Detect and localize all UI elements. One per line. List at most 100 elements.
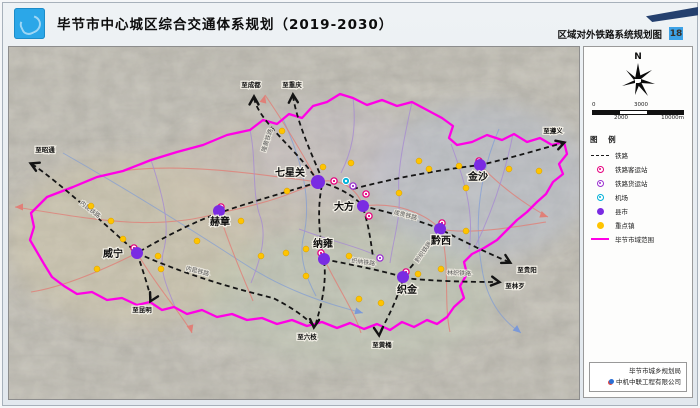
compass-rose-icon: N [608,50,668,102]
legend-label: 铁路客运站 [615,164,648,174]
page-number-badge: 18 [669,27,683,40]
rail-exit-label: 至重庆 [282,80,302,89]
city-label: 赫章 [210,215,230,228]
legend-items: 铁路铁路客运站铁路货运站机场县市重点镇毕节市域范围 [590,150,686,244]
town-marker [416,158,422,164]
rail-exit-label: 至黄桶 [372,340,392,349]
city-label: 纳雍 [313,237,333,250]
legend-label: 重点镇 [615,220,635,230]
town-marker [438,266,444,272]
legend-symbol-ring [597,166,604,173]
legend-label: 县市 [615,206,628,216]
legend-row: 铁路客运站 [590,164,686,174]
station-marker-dot [352,185,354,187]
legend-title: 图 例 [590,134,686,145]
legend-label: 机场 [615,192,628,202]
legend-symbol-dot [597,208,604,215]
airport-marker-dot [345,180,347,182]
station-marker-dot [333,180,335,182]
town-marker [194,238,200,244]
scale-tick: 2000 [614,115,628,121]
town-marker [279,128,285,134]
city-marker [311,175,325,189]
company-logo-icon [609,379,614,384]
map-panel: 隆黄铁路成贵铁路内昆铁路内昆铁路织纳铁路林织铁路黔织铁路 七星关大方黔西金沙织金… [8,46,580,400]
town-marker [120,236,126,242]
town-marker [238,218,244,224]
city-marker [434,223,446,235]
compass-north-label: N [634,52,642,62]
rail-exit-label: 至遵义 [543,126,563,135]
city-marker [131,247,143,259]
town-marker [108,218,114,224]
city-label: 七星关 [275,166,305,179]
town-marker [415,271,421,277]
city-label: 织金 [397,283,418,296]
town-marker [303,273,309,279]
town-marker [158,266,164,272]
legend-symbol-ring [597,180,604,187]
legend-row: 机场 [590,192,686,202]
attribution-line: 毕节市城乡规划局 [595,366,681,377]
town-marker [463,228,469,234]
legend-symbol-dashed-line [591,155,609,156]
town-marker [94,266,100,272]
rail-exit-label: 至成都 [241,80,261,89]
town-marker [463,185,469,191]
side-panel: N 0 3000 2000 10000m 图 例 铁路铁路客运站铁路货运站机场县… [583,46,693,398]
legend-symbol-line [591,238,609,240]
town-marker [283,250,289,256]
city-marker [318,253,330,265]
town-marker [348,160,354,166]
legend-row: 毕节市域范围 [590,234,686,244]
scale-tick: 10000m [661,115,684,121]
station-marker-dot [379,257,381,259]
city-marker [474,159,486,171]
rail-exit-label: 至昆明 [132,305,152,314]
rail-exit-label: 至六枝 [297,332,317,341]
legend-row: 重点镇 [590,220,686,230]
station-marker-dot [365,193,367,195]
legend: 图 例 铁路铁路客运站铁路货运站机场县市重点镇毕节市域范围 [590,134,686,244]
city-marker [357,200,369,212]
city-label: 威宁 [103,247,123,260]
town-marker [303,246,309,252]
attribution-line: 中机中联工程有限公司 [595,377,681,388]
scale-tick: 3000 [634,102,648,108]
legend-row: 县市 [590,206,686,216]
legend-label: 铁路 [615,150,628,160]
town-marker [378,300,384,306]
legend-symbol-ring [597,194,604,201]
town-marker [536,168,542,174]
town-marker [506,166,512,172]
map-canvas: 隆黄铁路成贵铁路内昆铁路内昆铁路织纳铁路林织铁路黔织铁路 七星关大方黔西金沙织金… [9,47,579,399]
rail-exit-label: 至林歹 [505,281,525,290]
legend-label: 铁路货运站 [615,178,648,188]
sheet-subtitle: 区域对外铁路系统规划图 [557,27,662,41]
town-marker [346,253,352,259]
page-title: 毕节市中心城区综合交通体系规划（2019-2030） [57,13,393,33]
legend-symbol-dot [597,222,604,229]
rail-exit-label: 至昭通 [35,145,55,154]
bureau-logo-icon [14,8,45,39]
city-label: 黔西 [431,234,451,247]
legend-label: 毕节市域范围 [615,234,654,244]
rail-exit-label: 至贵阳 [517,265,537,274]
scale-bar: 0 3000 2000 10000m [592,102,684,124]
town-marker [396,190,402,196]
town-marker [356,296,362,302]
station-marker-dot [368,215,370,217]
railway-name-label: 林织铁路 [447,269,471,278]
town-marker [426,166,432,172]
legend-row: 铁路货运站 [590,178,686,188]
town-marker [284,188,290,194]
attribution-box: 毕节市城乡规划局 中机中联工程有限公司 [589,362,687,392]
town-marker [155,253,161,259]
town-marker [320,164,326,170]
town-marker [456,163,462,169]
city-marker [397,271,409,283]
city-label: 大方 [334,200,354,213]
town-marker [258,253,264,259]
city-label: 金沙 [467,170,488,183]
city-marker [213,205,225,217]
